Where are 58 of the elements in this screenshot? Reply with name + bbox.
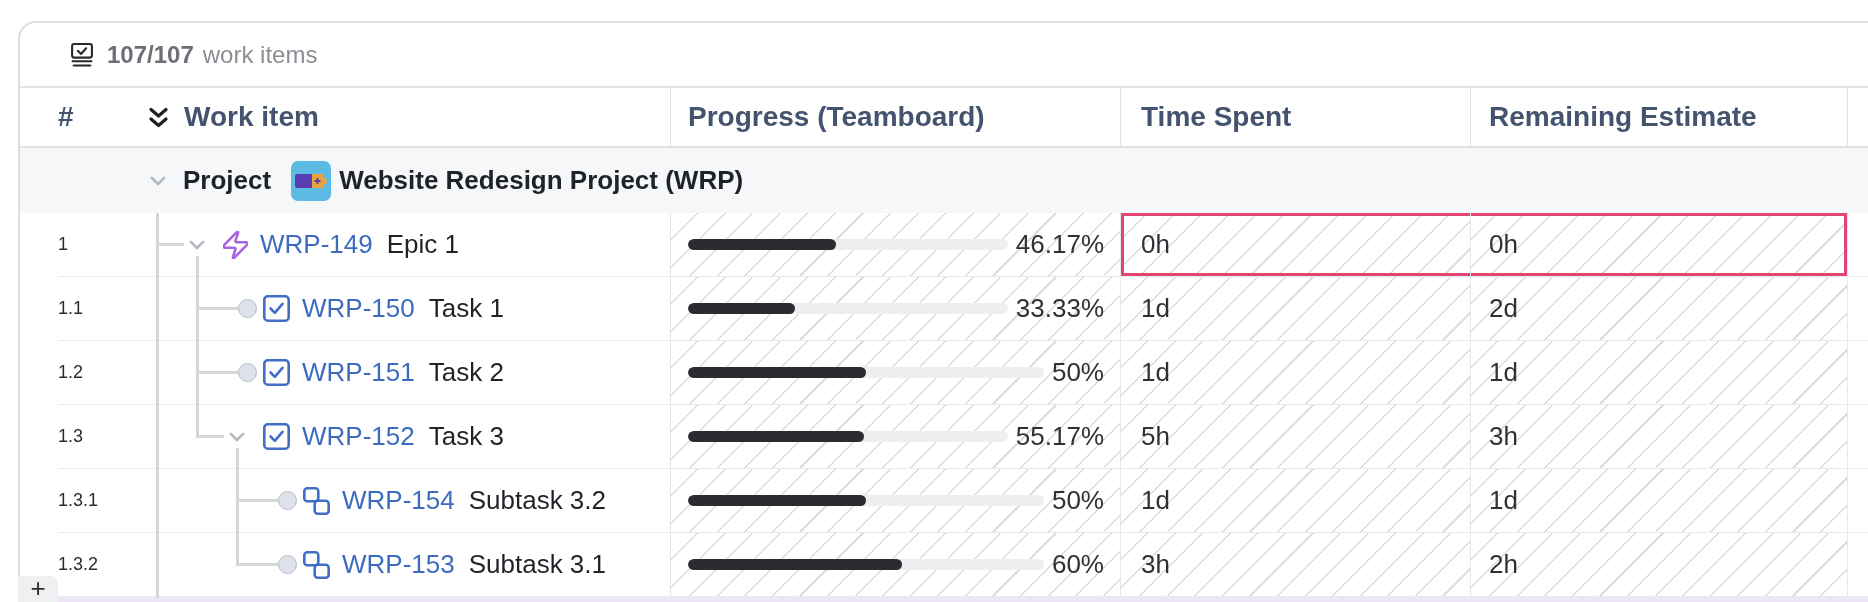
progress-percent: 46.17% — [1015, 229, 1104, 260]
work-item-summary: Subtask 3.2 — [468, 485, 606, 516]
remaining-estimate-cell: 2h — [1471, 533, 1848, 597]
remaining-estimate-cell: 2d — [1471, 277, 1848, 341]
two-squares-icon — [303, 550, 330, 579]
two-squares-icon — [303, 486, 330, 515]
chevron-down-icon[interactable] — [229, 431, 245, 442]
work-item-key[interactable]: WRP-153 — [342, 549, 455, 580]
group-label: Project — [183, 165, 272, 196]
work-item-key[interactable]: WRP-150 — [302, 293, 415, 324]
remaining-estimate-cell: 1d — [1471, 469, 1848, 533]
progress-percent: 50% — [1051, 485, 1104, 516]
chevron-down-icon[interactable] — [189, 239, 205, 250]
column-header: Remaining Estimate — [1489, 101, 1757, 133]
time-spent-cell: 1d — [1121, 469, 1471, 533]
work-item-key[interactable]: WRP-152 — [302, 421, 415, 452]
time-spent-cell: 0h — [1121, 213, 1471, 277]
add-button[interactable]: + — [18, 576, 58, 602]
checked-square-icon — [263, 359, 290, 386]
row-number: 1.3.2 — [58, 554, 99, 575]
time-spent-cell: 5h — [1121, 405, 1471, 469]
column-header: Progress (Teamboard) — [688, 101, 985, 133]
row-number: 1.3 — [58, 426, 84, 447]
monitor-check-icon — [70, 42, 94, 67]
work-item-summary: Task 1 — [428, 293, 504, 324]
work-item-key[interactable]: WRP-154 — [342, 485, 455, 516]
row-number: 1.1 — [58, 298, 84, 319]
work-item-summary: Epic 1 — [386, 229, 459, 260]
work-item-summary: Subtask 3.1 — [468, 549, 606, 580]
battery-tile-icon — [291, 160, 332, 201]
progress-percent: 50% — [1051, 357, 1104, 388]
time-spent-cell: 3h — [1121, 533, 1471, 597]
row-number: 1.2 — [58, 362, 84, 383]
column-header: Time Spent — [1141, 101, 1292, 133]
project-name: Website Redesign Project (WRP) — [339, 165, 744, 196]
column-header: # — [58, 101, 74, 133]
work-item-key[interactable]: WRP-149 — [260, 229, 373, 260]
remaining-estimate-cell: 1d — [1471, 341, 1848, 405]
work-item-summary: Task 2 — [428, 357, 504, 388]
chevron-down-icon[interactable] — [150, 175, 166, 186]
checked-square-icon — [263, 295, 290, 322]
work-item-key[interactable]: WRP-151 — [302, 357, 415, 388]
row-number: 1 — [58, 234, 68, 255]
progress-percent: 55.17% — [1015, 421, 1104, 452]
lightning-icon — [223, 230, 248, 259]
row-number: 1.3.1 — [58, 490, 99, 511]
item-count-label: work items — [202, 40, 318, 69]
time-spent-cell: 1d — [1121, 341, 1471, 405]
progress-percent: 33.33% — [1015, 293, 1104, 324]
double-chevron-icon[interactable] — [149, 106, 168, 128]
checked-square-icon — [263, 423, 290, 450]
work-item-summary: Task 3 — [428, 421, 504, 452]
column-header: Work item — [184, 101, 319, 133]
remaining-estimate-cell: 0h — [1471, 213, 1848, 277]
item-count: 107/107 — [107, 40, 194, 69]
time-spent-cell: 1d — [1121, 277, 1471, 341]
progress-percent: 60% — [1051, 549, 1104, 580]
remaining-estimate-cell: 3h — [1471, 405, 1848, 469]
